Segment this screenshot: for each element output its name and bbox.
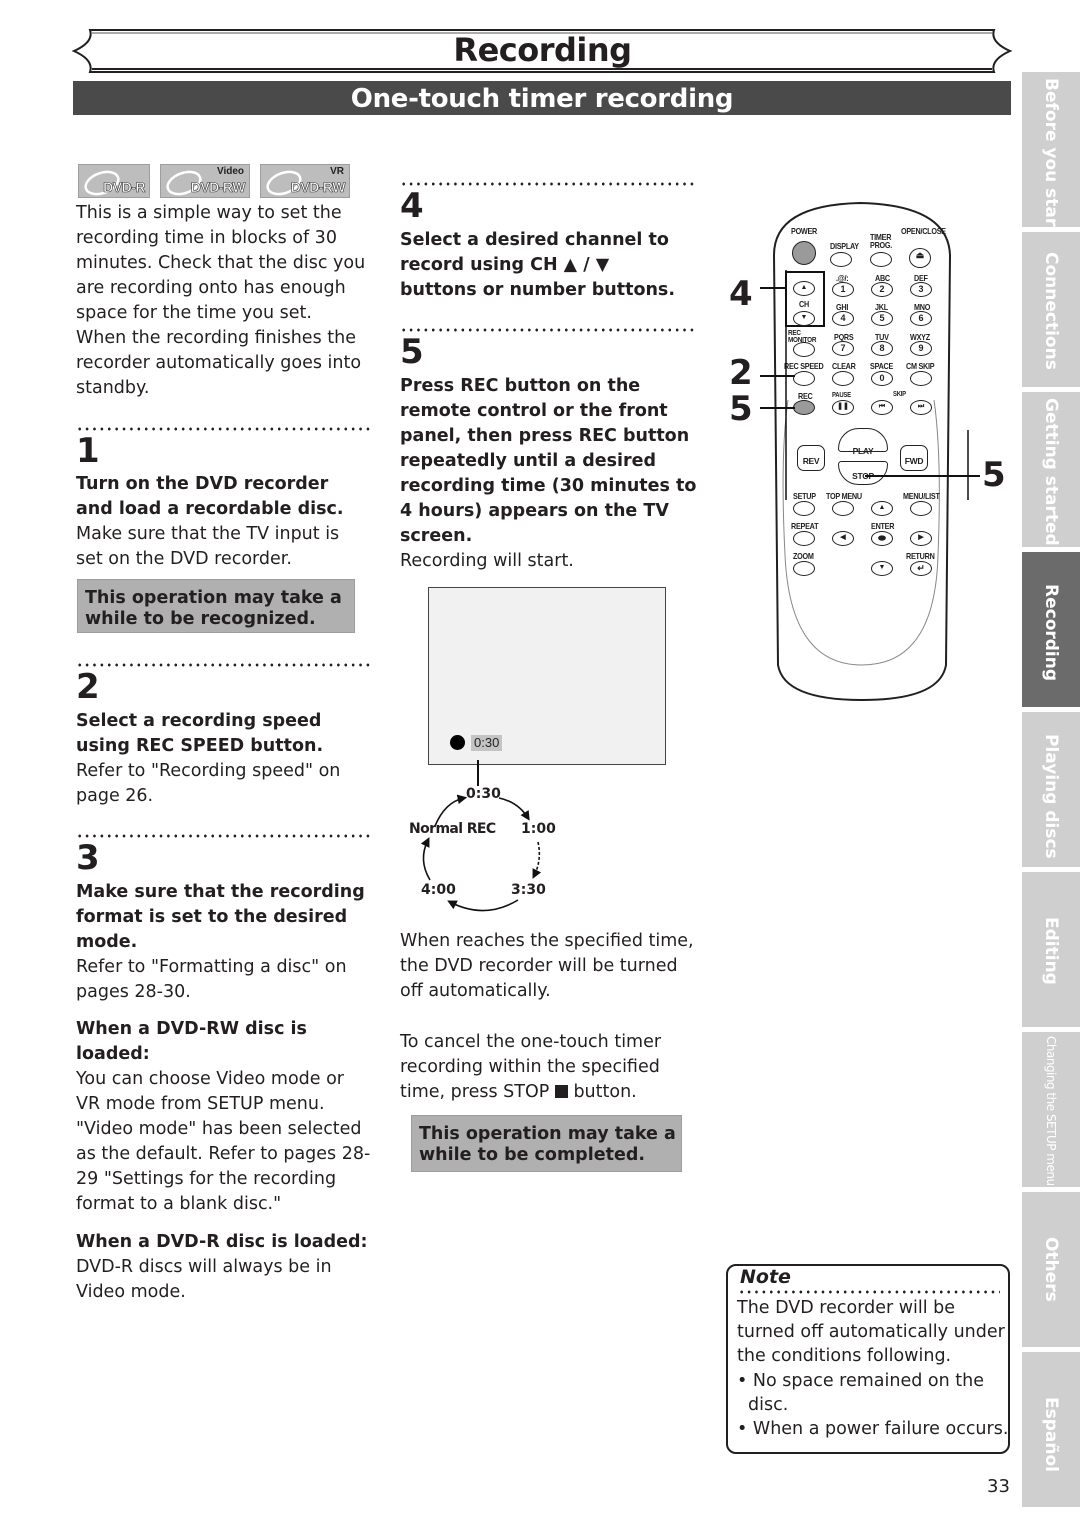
tv-screen-illustration: 0:30 [428, 587, 666, 765]
disc-badge-dvd-rw-video: Video DVD-RW [160, 164, 250, 198]
cycle-arrow-dashed [532, 841, 542, 879]
note-box: Note The DVD recorder will be turned off… [726, 1264, 1010, 1454]
step-4-number: 4 [400, 186, 424, 226]
dvd-r-text: DVD-R discs will always be in Video mode… [76, 1257, 332, 1302]
step-1-callout: This operation may take a while to be re… [77, 579, 355, 633]
step-divider [76, 834, 371, 838]
top-menu-button[interactable] [832, 501, 854, 516]
cursor-up-button[interactable]: ▲ [871, 501, 893, 516]
chapter-title: Recording [453, 31, 632, 69]
menu-list-button[interactable] [910, 501, 932, 516]
osd-time-display: 0:30 [471, 735, 503, 751]
note-title: Note [740, 1266, 791, 1288]
callout-leader-lines [760, 270, 980, 500]
page-number: 33 [987, 1476, 1010, 1497]
enter-button[interactable]: ⬬ [871, 531, 893, 546]
cancel-paragraph: To cancel the one-touch timer recording … [400, 1032, 662, 1102]
open-close-button[interactable]: ⏏ [909, 248, 931, 268]
side-tab-recording[interactable]: Recording [1022, 552, 1080, 707]
return-button[interactable]: ↵ [910, 561, 932, 576]
side-tab-getting-started[interactable]: Getting started [1022, 392, 1080, 547]
callout-step-4: 4 [729, 274, 753, 314]
step-3-number: 3 [76, 838, 100, 878]
step-2-text: Refer to "Recording speed" on page 26. [76, 761, 341, 806]
side-tab-before-you-start[interactable]: Before you start [1022, 72, 1080, 234]
cycle-label-3-30: 3:30 [511, 882, 546, 898]
side-tab-espanol[interactable]: Español [1022, 1352, 1080, 1507]
disc-badge-dvd-r: DVD-R [78, 164, 150, 198]
step-divider [76, 427, 371, 431]
step-2-number: 2 [76, 667, 100, 707]
dvd-rw-text: You can choose Video mode or VR mode fro… [76, 1069, 371, 1214]
record-indicator-icon [450, 735, 465, 750]
dvd-rw-subheading: When a DVD-RW disc is loaded: [76, 1019, 307, 1064]
note-text: The DVD recorder will be turned off auto… [737, 1298, 1005, 1366]
step-4-heading: Select a desired channel to record using… [400, 230, 675, 300]
step-3-heading: Make sure that the recording format is s… [76, 882, 365, 952]
callout-step-2: 2 [729, 353, 753, 393]
stop-square-icon [554, 1085, 568, 1098]
zoom-button[interactable] [793, 561, 815, 576]
step-1-heading: Turn on the DVD recorder and load a reco… [76, 474, 344, 519]
step-divider [76, 663, 371, 667]
step-2-heading: Select a recording speed using REC SPEED… [76, 711, 324, 756]
step-1-number: 1 [76, 431, 100, 471]
note-bullet: • When a power failure occurs. [737, 1419, 1009, 1439]
step-divider [400, 328, 695, 332]
cursor-down-button[interactable]: ▼ [871, 561, 893, 576]
step-5-number: 5 [400, 332, 424, 372]
timer-prog-button[interactable] [870, 252, 892, 267]
cycle-arrow [447, 899, 519, 912]
callout-step-5-rec: 5 [729, 389, 753, 429]
step-divider [400, 182, 695, 186]
cycle-arrow [498, 797, 530, 821]
step-5-heading: Press REC button on the remote control o… [400, 376, 697, 546]
side-tab-playing-discs[interactable]: Playing discs [1022, 712, 1080, 867]
power-button[interactable] [792, 241, 816, 265]
setup-button[interactable] [793, 501, 815, 516]
note-bullet: • No space remained on the disc. [737, 1371, 984, 1415]
section-title: One-touch timer recording [73, 81, 1011, 115]
cursor-right-button[interactable]: ▶ [910, 531, 932, 546]
display-button[interactable] [830, 252, 852, 267]
completion-callout: This operation may take a while to be co… [411, 1115, 682, 1172]
side-tab-others[interactable]: Others [1022, 1192, 1080, 1347]
step-5-text: Recording will start. [400, 551, 574, 571]
side-tab-connections[interactable]: Connections [1022, 232, 1080, 387]
step-3-text: Refer to "Formatting a disc" on pages 28… [76, 957, 347, 1002]
side-tab-changing-setup-menu[interactable]: Changing the SETUP menu [1022, 1032, 1080, 1187]
cycle-label-4-00: 4:00 [421, 882, 456, 898]
step-1-text: Make sure that the TV input is set on th… [76, 524, 340, 569]
cursor-left-button[interactable]: ◀ [832, 531, 854, 546]
dvd-r-subheading: When a DVD-R disc is loaded: [76, 1232, 368, 1252]
cycle-label-1-00: 1:00 [521, 821, 556, 837]
cycle-arrow [420, 837, 431, 881]
side-tab-editing[interactable]: Editing [1022, 872, 1080, 1027]
disc-badge-dvd-rw-vr: VR DVD-RW [260, 164, 350, 198]
auto-off-paragraph: When reaches the specified time, the DVD… [400, 931, 694, 1001]
callout-step-5-stop: 5 [982, 455, 1006, 495]
cycle-label-normal-rec: Normal REC [409, 821, 496, 837]
cycle-label-0-30: 0:30 [466, 786, 501, 802]
repeat-button[interactable] [793, 531, 815, 546]
note-divider [738, 1290, 1000, 1294]
intro-paragraph: This is a simple way to set the recordin… [76, 203, 366, 398]
